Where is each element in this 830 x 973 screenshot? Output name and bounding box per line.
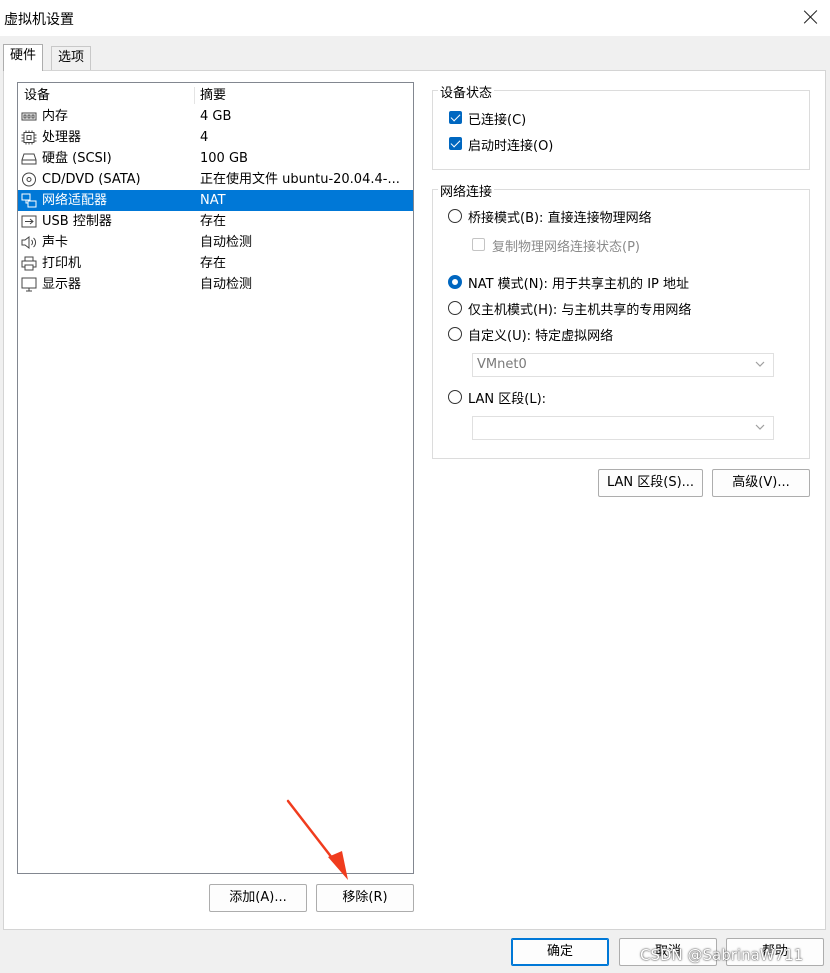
header-summary[interactable]: 摘要 (200, 85, 226, 106)
custom-network-value: VMnet0 (477, 357, 527, 372)
device-summary: 自动检测 (200, 235, 253, 250)
advanced-button[interactable]: 高级(V)... (712, 469, 810, 497)
remove-button[interactable]: 移除(R) (316, 884, 414, 912)
device-name: 打印机 (42, 256, 82, 271)
host-only-radio[interactable] (448, 301, 462, 315)
device-status-group (432, 90, 810, 170)
device-summary: 100 GB (200, 151, 248, 166)
lan-segment-radio[interactable] (448, 390, 462, 404)
custom-network-select[interactable]: VMnet0 (472, 353, 774, 377)
speaker-icon (21, 235, 37, 250)
device-name: 处理器 (42, 130, 82, 145)
device-list-header: 设备 摘要 (18, 85, 413, 106)
custom-radio[interactable] (448, 327, 462, 341)
device-name: 网络适配器 (42, 193, 108, 208)
device-summary: NAT (200, 193, 226, 208)
window-title: 虚拟机设置 (4, 12, 74, 28)
device-name: 硬盘 (SCSI) (42, 151, 112, 166)
nat-radio[interactable] (448, 275, 462, 289)
cpu-icon (21, 130, 37, 145)
cd-icon (21, 172, 37, 187)
harddisk-icon (21, 151, 37, 166)
device-name: CD/DVD (SATA) (42, 172, 141, 187)
device-summary: 4 (200, 130, 209, 145)
device-row-cddvd[interactable]: CD/DVD (SATA) 正在使用文件 ubuntu-20.04.4-... (18, 169, 413, 190)
tab-options[interactable]: 选项 (51, 46, 92, 70)
device-row-harddisk[interactable]: 硬盘 (SCSI) 100 GB (18, 148, 413, 169)
close-icon[interactable] (800, 6, 822, 28)
bridged-radio[interactable] (448, 209, 462, 223)
device-row-processor[interactable]: 处理器 4 (18, 127, 413, 148)
custom-label[interactable]: 自定义(U): 特定虚拟网络 (468, 325, 613, 344)
device-row-memory[interactable]: 内存 4 GB (18, 106, 413, 127)
watermark: CSDN @SabrinaW711 (640, 946, 804, 964)
device-summary: 存在 (200, 256, 227, 271)
host-only-label[interactable]: 仅主机模式(H): 与主机共享的专用网络 (468, 299, 691, 318)
memory-icon (21, 109, 37, 124)
device-row-sound[interactable]: 声卡 自动检测 (18, 232, 413, 253)
device-row-display[interactable]: 显示器 自动检测 (18, 274, 413, 295)
device-summary: 存在 (200, 214, 227, 229)
lan-segment-select[interactable] (472, 416, 774, 440)
connect-on-start-checkbox[interactable] (449, 137, 462, 150)
network-icon (21, 193, 37, 208)
bridged-label[interactable]: 桥接模式(B): 直接连接物理网络 (468, 207, 652, 226)
printer-icon (21, 256, 37, 271)
connect-on-start-label[interactable]: 启动时连接(O) (468, 135, 553, 154)
device-row-usb[interactable]: USB 控制器 存在 (18, 211, 413, 232)
device-row-printer[interactable]: 打印机 存在 (18, 253, 413, 274)
device-name: 内存 (42, 109, 69, 124)
nat-label[interactable]: NAT 模式(N): 用于共享主机的 IP 地址 (468, 273, 689, 292)
connected-checkbox[interactable] (449, 111, 462, 124)
device-row-network[interactable]: 网络适配器 NAT (18, 190, 413, 211)
device-name: USB 控制器 (42, 214, 112, 229)
chevron-down-icon (755, 424, 765, 430)
usb-icon (21, 214, 37, 229)
device-name: 声卡 (42, 235, 69, 250)
chevron-down-icon (755, 361, 765, 367)
ok-button[interactable]: 确定 (511, 938, 609, 966)
add-button[interactable]: 添加(A)... (209, 884, 307, 912)
lan-segments-button[interactable]: LAN 区段(S)... (598, 469, 703, 497)
lan-segment-label[interactable]: LAN 区段(L): (468, 388, 546, 407)
replicate-checkbox[interactable] (472, 238, 485, 251)
device-summary: 4 GB (200, 109, 232, 124)
title-bar: 虚拟机设置 (0, 0, 830, 36)
device-list[interactable]: 设备 摘要 内存 4 GB 处理器 4 硬盘 (SCSI) 100 GB CD/… (17, 82, 414, 874)
connected-label[interactable]: 已连接(C) (468, 109, 526, 128)
device-status-title: 设备状态 (438, 82, 495, 101)
header-device[interactable]: 设备 (24, 85, 50, 106)
device-summary: 自动检测 (200, 277, 253, 292)
device-summary: 正在使用文件 ubuntu-20.04.4-... (200, 172, 400, 187)
tab-hardware[interactable]: 硬件 (3, 44, 44, 71)
device-name: 显示器 (42, 277, 82, 292)
replicate-label[interactable]: 复制物理网络连接状态(P) (492, 236, 640, 255)
network-connection-title: 网络连接 (438, 181, 495, 200)
monitor-icon (21, 277, 37, 292)
annotation-arrow (286, 799, 348, 880)
